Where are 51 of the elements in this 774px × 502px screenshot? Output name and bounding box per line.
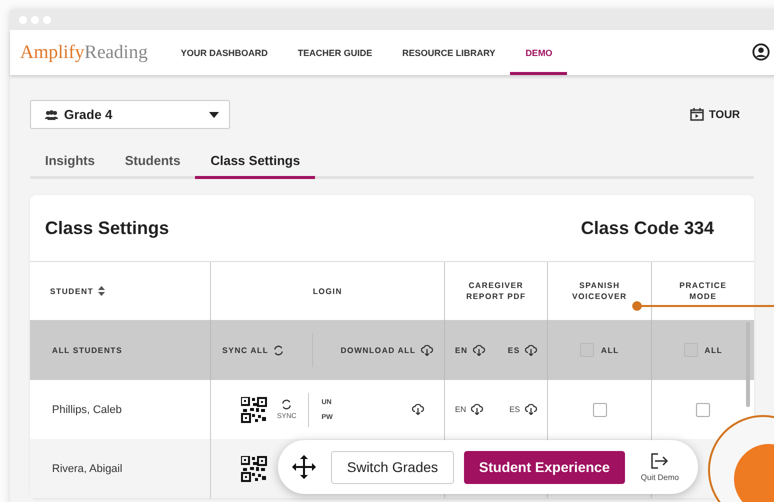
cloud-download-icon — [472, 344, 485, 356]
scrollbar[interactable] — [746, 322, 750, 407]
download-link[interactable]: ES — [509, 404, 537, 415]
cloud-download-icon[interactable] — [412, 404, 424, 415]
tour-button[interactable]: TOUR — [690, 108, 740, 121]
student-name: Phillips, Caleb — [52, 404, 122, 416]
switch-grades-button[interactable]: Switch Grades — [331, 450, 454, 484]
cloud-download-icon — [525, 404, 537, 415]
checkbox-label: ALL — [704, 346, 722, 354]
sync-icon — [281, 399, 292, 410]
download-all-button[interactable]: DOWNLOAD ALL — [340, 344, 433, 356]
quit-demo-button[interactable]: Quit Demo — [640, 452, 679, 482]
qr-code-icon[interactable] — [241, 456, 267, 482]
download-link[interactable]: EN — [455, 404, 484, 415]
column-header: LOGIN — [312, 286, 342, 296]
logo[interactable]: AmplifyReading — [20, 42, 148, 64]
download-link[interactable]: EN — [455, 344, 485, 356]
class-code: Class Code 334 — [580, 218, 714, 238]
people-icon — [45, 110, 58, 120]
tab[interactable]: Insights — [30, 144, 110, 179]
cloud-download-icon — [471, 404, 484, 415]
move-icon[interactable] — [292, 455, 316, 479]
caret-icon — [209, 112, 219, 118]
grade-dropdown[interactable]: Grade 4 — [30, 100, 230, 129]
cloud-download-icon — [525, 344, 537, 356]
nav-link[interactable]: TEACHER GUIDE — [282, 30, 388, 75]
student-experience-button[interactable]: Student Experience — [464, 450, 625, 484]
tab[interactable]: Class Settings — [195, 144, 316, 179]
column-header: SPANISH VOICEOVER — [571, 280, 628, 302]
sync-all-button[interactable]: SYNC ALL — [222, 344, 284, 356]
sort-icon[interactable] — [98, 286, 106, 296]
column-header: CAREGIVER REPORT PDF — [465, 280, 527, 302]
user-icon[interactable] — [752, 43, 770, 61]
nav-link[interactable]: YOUR DASHBOARD — [166, 30, 283, 75]
nav-link[interactable]: DEMO — [510, 30, 568, 75]
checkbox[interactable] — [696, 402, 710, 416]
student-name: Rivera, Abigail — [52, 462, 122, 474]
checkbox[interactable] — [592, 402, 606, 416]
sync-icon — [273, 344, 284, 356]
column-header: PRACTICE MODE — [678, 280, 728, 302]
download-link[interactable]: ES — [508, 344, 537, 356]
card-title: Class Settings — [45, 218, 170, 238]
column-header[interactable]: STUDENT — [50, 286, 94, 296]
calendar-icon — [690, 108, 704, 121]
tab[interactable]: Students — [110, 144, 196, 179]
qr-code-icon[interactable] — [241, 396, 267, 422]
row-label: ALL STUDENTS — [52, 346, 122, 354]
cloud-download-icon — [420, 344, 433, 356]
exit-icon — [650, 452, 669, 468]
checkbox-label: ALL — [601, 346, 619, 354]
nav-link[interactable]: RESOURCE LIBRARY — [387, 30, 510, 75]
